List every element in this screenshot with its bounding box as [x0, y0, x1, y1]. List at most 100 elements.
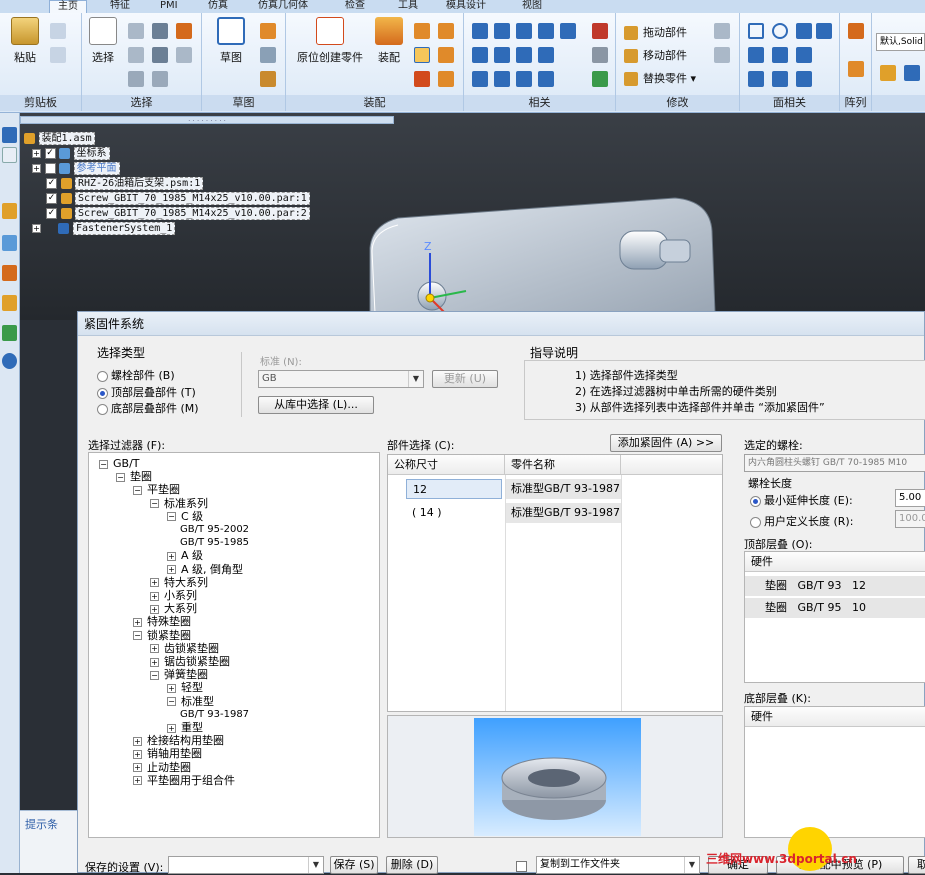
- relate-15-icon[interactable]: [538, 71, 554, 87]
- face-4-icon[interactable]: [816, 23, 832, 39]
- filter-node[interactable]: + 轻型: [167, 681, 203, 694]
- radio-user-defined[interactable]: 用户定义长度 (R):: [750, 513, 853, 529]
- panel-splitter[interactable]: . . . . . . . . .: [20, 116, 394, 124]
- selected-bolt-field[interactable]: 内六角圆柱头螺钉 GB/T 70-1985 M10: [744, 454, 925, 472]
- radio-bottom-stack[interactable]: 底部层叠部件 (M): [97, 400, 199, 416]
- drag-component-button[interactable]: 拖动部件: [624, 24, 687, 40]
- filter-node[interactable]: + 锯齿锁紧垫圈: [150, 655, 230, 668]
- part-selection-table[interactable]: 公称尺寸 零件名称 12 标准型GB/T 93-1987 ( 14 ) 标准型G…: [387, 454, 723, 712]
- relate-16-icon[interactable]: [592, 71, 608, 87]
- top-stack-row-2[interactable]: 垫圈 GB/T 95 10: [745, 598, 925, 618]
- face-8-icon[interactable]: [748, 71, 764, 87]
- paste-button[interactable]: 粘贴: [8, 17, 42, 65]
- expand-icon[interactable]: +: [150, 591, 159, 601]
- sketch-tool-2-icon[interactable]: [260, 47, 276, 63]
- relate-9-icon[interactable]: [516, 47, 532, 63]
- collapse-icon[interactable]: −: [150, 670, 159, 680]
- expand-icon[interactable]: +: [167, 551, 176, 561]
- face-6-icon[interactable]: [772, 47, 788, 63]
- create-in-place-button[interactable]: 原位创建零件: [292, 17, 368, 65]
- select-tool-8-icon[interactable]: [152, 71, 168, 87]
- expand-icon[interactable]: +: [32, 223, 41, 233]
- face-1-icon[interactable]: [748, 23, 764, 39]
- cancel-button[interactable]: 取消: [908, 856, 925, 874]
- relate-14-icon[interactable]: [516, 71, 532, 87]
- radio-min-extension-circle[interactable]: [750, 495, 761, 507]
- row-2-size[interactable]: ( 14 ): [406, 503, 502, 523]
- filter-node[interactable]: + 特大系列: [150, 576, 208, 589]
- expand-icon[interactable]: +: [167, 683, 176, 693]
- visibility-checkbox[interactable]: [44, 162, 56, 174]
- parts-tab-icon[interactable]: [2, 265, 17, 281]
- expand-icon[interactable]: +: [150, 644, 159, 654]
- sketch-tool-3-icon[interactable]: [260, 71, 276, 87]
- collapse-icon[interactable]: −: [150, 499, 159, 509]
- relate-6-icon[interactable]: [592, 23, 608, 39]
- pattern-1-icon[interactable]: [848, 23, 864, 39]
- filter-node[interactable]: GB/T 95-2002: [180, 523, 249, 536]
- relate-4-icon[interactable]: [538, 23, 554, 39]
- pathfinder-tab-icon[interactable]: [2, 127, 17, 143]
- expand-icon[interactable]: +: [133, 617, 142, 627]
- filter-node[interactable]: + 大系列: [150, 602, 197, 615]
- asm-tool-6-icon[interactable]: [438, 71, 454, 87]
- collapse-icon[interactable]: −: [116, 472, 125, 482]
- filter-node[interactable]: − 垫圈: [116, 470, 152, 483]
- radio-min-extension[interactable]: 最小延伸长度 (E):: [750, 492, 853, 508]
- expand-icon[interactable]: +: [32, 148, 41, 158]
- filter-tree[interactable]: − GB/T − 垫圈 − 平垫圈 − 标准系列 − C 级 GB/T 95-2002 GB/T 95…: [88, 452, 380, 838]
- features-tab-icon[interactable]: [2, 147, 17, 163]
- face-2-icon[interactable]: [772, 23, 788, 39]
- collapse-icon[interactable]: −: [133, 485, 142, 495]
- tree-item-coordinate-system[interactable]: + ✓ 坐标系: [32, 146, 110, 160]
- filter-node[interactable]: + 销轴用垫圈: [133, 747, 202, 760]
- style-combo[interactable]: 默认,Solid: [876, 33, 925, 51]
- save-button[interactable]: 保存 (S): [330, 856, 378, 874]
- expand-icon[interactable]: +: [133, 763, 142, 773]
- row-2-name[interactable]: 标准型GB/T 93-1987: [505, 503, 621, 523]
- asm-tool-5-icon[interactable]: [414, 71, 430, 87]
- expand-icon[interactable]: +: [167, 565, 176, 575]
- expand-icon[interactable]: +: [133, 736, 142, 746]
- select-tool-2-icon[interactable]: [152, 23, 168, 39]
- collapse-icon[interactable]: −: [167, 512, 176, 522]
- expand-icon[interactable]: +: [32, 163, 41, 173]
- network-tab-icon[interactable]: [2, 353, 17, 369]
- relate-5-icon[interactable]: [560, 23, 576, 39]
- copy-to-work-folder-combo[interactable]: 复制到工作文件夹 ▼: [536, 856, 700, 874]
- tab-simulation[interactable]: 仿真: [208, 0, 228, 13]
- add-fastener-button[interactable]: 添加紧固件 (A) >>: [610, 434, 722, 452]
- select-tools-tab-icon[interactable]: [2, 325, 17, 341]
- modify-tool-1-icon[interactable]: [714, 23, 730, 39]
- asm-tool-4-icon[interactable]: [438, 47, 454, 63]
- copy-to-work-folder-checkbox[interactable]: [516, 859, 527, 872]
- filter-node[interactable]: + 止动垫圈: [133, 761, 191, 774]
- library-tab-icon[interactable]: [2, 203, 17, 219]
- col-header-part-name[interactable]: 零件名称: [505, 455, 621, 475]
- filter-node[interactable]: − C 级: [167, 510, 203, 523]
- expand-icon[interactable]: +: [133, 749, 142, 759]
- select-from-library-button[interactable]: 从库中选择 (L)...: [258, 396, 374, 414]
- modify-tool-2-icon[interactable]: [714, 47, 730, 63]
- pattern-2-icon[interactable]: [848, 61, 864, 77]
- tab-features[interactable]: 特征: [110, 0, 130, 13]
- style-tool-1-icon[interactable]: [880, 65, 896, 81]
- tree-item-reference-planes[interactable]: + 参考平面: [32, 161, 120, 175]
- filter-node[interactable]: − 标准型: [167, 695, 214, 708]
- select-tool-7-icon[interactable]: [128, 71, 144, 87]
- asm-tool-3-icon[interactable]: [414, 47, 430, 63]
- select-tool-1-icon[interactable]: [128, 23, 144, 39]
- tree-item-screw-2[interactable]: ✓ Screw_GBIT_70_1985_M14x25_v10.00.par:2: [46, 206, 310, 220]
- sensor-tab-icon[interactable]: [2, 295, 17, 311]
- tab-view[interactable]: 视图: [522, 0, 542, 13]
- assemble-button[interactable]: 装配: [374, 17, 404, 65]
- relate-11-icon[interactable]: [592, 47, 608, 63]
- filter-node[interactable]: + 栓接结构用垫圈: [133, 734, 224, 747]
- bottom-stack-list[interactable]: 硬件: [744, 706, 925, 838]
- filter-node[interactable]: − 弹簧垫圈: [150, 668, 208, 681]
- update-button[interactable]: 更新 (U): [432, 370, 498, 388]
- filter-node[interactable]: − 标准系列: [150, 497, 208, 510]
- asm-tool-1-icon[interactable]: [414, 23, 430, 39]
- expand-icon[interactable]: +: [133, 776, 142, 786]
- filter-node[interactable]: + A 级: [167, 549, 203, 562]
